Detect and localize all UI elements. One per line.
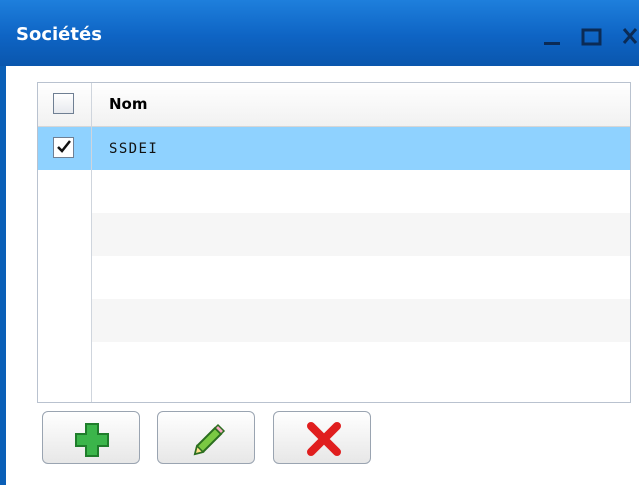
column-divider bbox=[91, 83, 92, 402]
grid-header: Nom bbox=[38, 83, 630, 127]
companies-window: Sociétés Nom SSDEI bbox=[0, 0, 639, 485]
companies-grid: Nom SSDEI bbox=[37, 82, 631, 403]
grid-empty-row bbox=[92, 213, 630, 256]
select-all-checkbox[interactable] bbox=[53, 93, 74, 114]
delete-button[interactable] bbox=[273, 411, 371, 464]
maximize-button[interactable] bbox=[580, 24, 606, 50]
minimize-button[interactable] bbox=[540, 24, 566, 50]
minimize-icon bbox=[544, 42, 560, 45]
row-checkbox[interactable] bbox=[53, 137, 74, 158]
close-icon bbox=[622, 28, 638, 44]
pencil-icon bbox=[193, 423, 226, 456]
plus-icon bbox=[75, 423, 109, 457]
table-row[interactable]: SSDEI bbox=[38, 127, 630, 170]
maximize-icon bbox=[581, 28, 602, 46]
edit-button[interactable] bbox=[157, 411, 255, 464]
close-button[interactable] bbox=[620, 24, 639, 50]
delete-x-icon bbox=[307, 422, 341, 456]
add-button[interactable] bbox=[42, 411, 140, 464]
cell-nom: SSDEI bbox=[109, 141, 159, 157]
grid-empty-row bbox=[92, 299, 630, 342]
window-titlebar[interactable]: Sociétés bbox=[0, 0, 639, 66]
column-header-nom[interactable]: Nom bbox=[109, 95, 148, 113]
checkmark-icon bbox=[57, 140, 71, 153]
window-title: Sociétés bbox=[16, 24, 102, 45]
